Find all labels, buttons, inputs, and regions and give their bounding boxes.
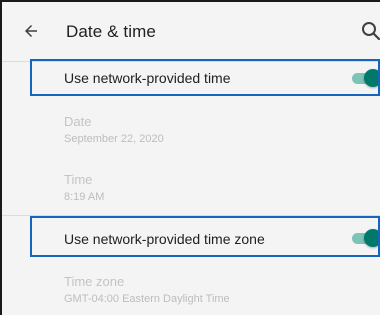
app-bar: Date & time	[2, 2, 380, 62]
time-title: Time	[64, 172, 93, 187]
time-row: Time 8:19 AM	[2, 166, 380, 216]
search-icon	[362, 22, 380, 41]
back-button[interactable]	[16, 16, 46, 46]
date-title: Date	[64, 114, 92, 129]
network-time-zone-highlight	[30, 216, 380, 257]
page-title: Date & time	[66, 22, 156, 41]
network-time-highlight	[30, 59, 380, 96]
frame-edge-top	[0, 0, 380, 2]
frame-edge-left	[0, 0, 2, 315]
search-button[interactable]	[358, 18, 380, 44]
settings-screen: Date & time Use network-provided time Da…	[0, 0, 380, 315]
time-zone-row: Time zone GMT-04:00 Eastern Daylight Tim…	[2, 268, 380, 315]
arrow-back-icon	[25, 25, 37, 37]
date-value: September 22, 2020	[64, 133, 164, 145]
time-value: 8:19 AM	[64, 191, 105, 203]
time-zone-title: Time zone	[64, 274, 125, 289]
time-zone-value: GMT-04:00 Eastern Daylight Time	[64, 293, 230, 305]
date-row: Date September 22, 2020	[2, 108, 380, 158]
